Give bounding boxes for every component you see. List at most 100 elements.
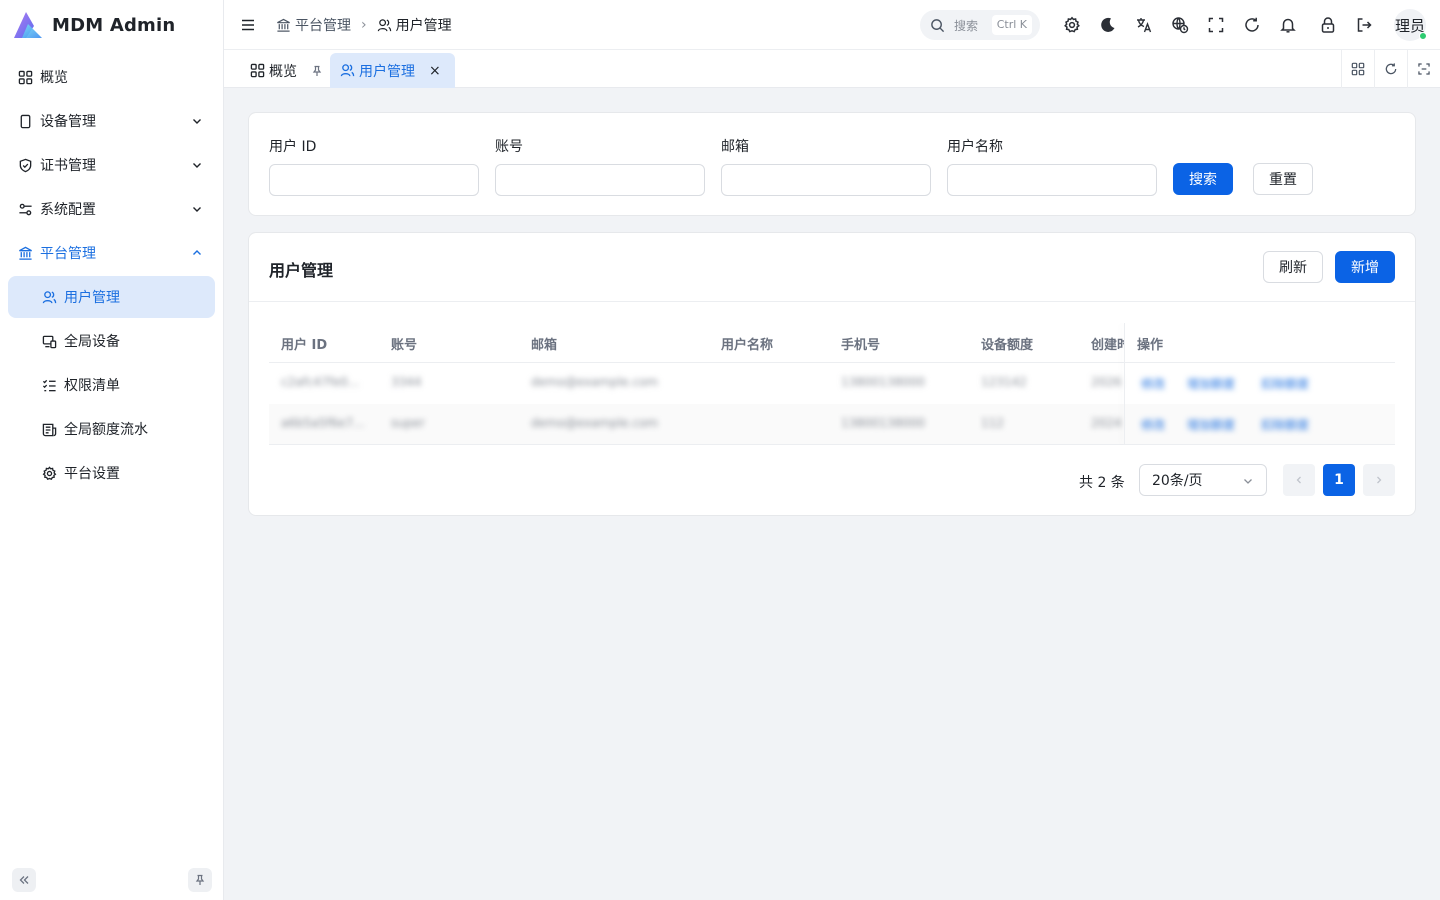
cell-account: super xyxy=(391,416,425,430)
tab-label: 用户管理 xyxy=(359,63,415,80)
sidebar-item-label: 设备管理 xyxy=(40,114,96,130)
users-icon xyxy=(377,18,391,31)
column-header[interactable]: 用户名称 xyxy=(721,334,831,353)
prev-page-button[interactable] xyxy=(1283,464,1315,496)
refresh-button[interactable]: 刷新 xyxy=(1263,251,1323,283)
breadcrumb-item-current: 用户管理 xyxy=(377,15,452,35)
user-table-card: 用户管理 刷新 新增 用户 ID 账号 邮箱 用户名称 手机号 设备额度 创建时… xyxy=(248,232,1416,516)
sidebar-item-system-config[interactable]: 系统配置 xyxy=(8,188,215,230)
table-header: 用户 ID 账号 邮箱 用户名称 手机号 设备额度 创建时 操作 xyxy=(269,323,1395,363)
app-logo[interactable]: MDM Admin xyxy=(12,10,175,40)
sidebar-item-global-quota-ledger[interactable]: 全局额度流水 xyxy=(8,408,215,450)
sidebar-item-label: 全局额度流水 xyxy=(64,422,148,438)
logo-mark-icon xyxy=(14,12,42,38)
tab-refresh-button[interactable] xyxy=(1374,50,1407,88)
sidebar-item-platform-management[interactable]: 平台管理 xyxy=(8,232,215,274)
global-search-button[interactable]: 搜索 Ctrl K xyxy=(920,10,1040,40)
deduct-quota-link[interactable]: 扣除额度 xyxy=(1261,375,1309,392)
collapse-sidebar-button[interactable] xyxy=(12,868,36,892)
lock-icon[interactable] xyxy=(1319,16,1337,34)
chevron-right-icon xyxy=(1377,476,1382,484)
card-divider xyxy=(249,301,1415,302)
users-icon xyxy=(41,289,57,305)
account-input[interactable] xyxy=(495,164,705,196)
breadcrumb-label: 用户管理 xyxy=(395,18,452,34)
breadcrumb-item-platform[interactable]: 平台管理 xyxy=(276,15,351,35)
pin-icon[interactable] xyxy=(311,65,323,77)
cell-email: demo@example.com xyxy=(531,416,659,430)
sidebar-item-label: 概览 xyxy=(40,70,68,86)
cell-created-at: 2026... xyxy=(1091,375,1121,389)
translate-icon[interactable] xyxy=(1135,16,1153,34)
sidebar-item-certificate-management[interactable]: 证书管理 xyxy=(8,144,215,186)
column-header[interactable]: 创建时 xyxy=(1091,334,1124,353)
tab-grid-menu-button[interactable] xyxy=(1341,50,1374,88)
page-size-select[interactable]: 20条/页 xyxy=(1139,464,1267,496)
dashboard-grid-icon xyxy=(250,63,265,78)
dark-mode-moon-icon[interactable] xyxy=(1099,16,1117,34)
cell-phone: 13800138000 xyxy=(841,375,925,389)
tab-maximize-button[interactable] xyxy=(1407,50,1440,88)
shield-check-icon xyxy=(17,157,33,173)
timezone-globe-icon[interactable] xyxy=(1171,16,1189,34)
sidebar-item-global-devices[interactable]: 全局设备 xyxy=(8,320,215,362)
column-header[interactable]: 手机号 xyxy=(841,334,971,353)
close-tab-icon[interactable]: × xyxy=(429,63,441,79)
refresh-icon[interactable] xyxy=(1243,16,1261,34)
top-header: 平台管理 › 用户管理 搜索 Ctrl K 理员 xyxy=(224,0,1440,50)
edit-link[interactable]: 修改 xyxy=(1141,416,1165,433)
reset-button[interactable]: 重置 xyxy=(1253,163,1313,195)
cell-user-id: c2afc47fe0... xyxy=(281,375,360,389)
fixed-column-divider xyxy=(1124,323,1125,445)
app-title: MDM Admin xyxy=(52,14,176,36)
search-filter-card: 用户 ID 账号 邮箱 用户名称 搜索 重置 xyxy=(248,112,1416,216)
sidebar-item-overview[interactable]: 概览 xyxy=(8,56,215,98)
page-number-current[interactable]: 1 xyxy=(1323,464,1355,496)
edit-link[interactable]: 修改 xyxy=(1141,375,1165,392)
deduct-quota-link[interactable]: 扣除额度 xyxy=(1261,416,1309,433)
sidebar-item-permission-list[interactable]: 权限清单 xyxy=(8,364,215,406)
cell-device-quota: 112 xyxy=(981,416,1004,430)
sidebar: MDM Admin 概览 设备管理 证书管理 系统配置 平台管理 用户管理 全局… xyxy=(0,0,224,900)
column-header[interactable]: 账号 xyxy=(391,334,511,353)
sidebar-item-user-management[interactable]: 用户管理 xyxy=(8,276,215,318)
cell-email: demo@example.com xyxy=(531,375,659,389)
menu-toggle-icon[interactable] xyxy=(240,17,256,33)
email-input[interactable] xyxy=(721,164,931,196)
ledger-icon xyxy=(41,421,57,437)
pin-sidebar-button[interactable] xyxy=(188,868,212,892)
sidebar-item-platform-settings[interactable]: 平台设置 xyxy=(8,452,215,494)
search-button[interactable]: 搜索 xyxy=(1173,163,1233,195)
grid-icon xyxy=(1351,62,1365,76)
cell-created-at: 2024... xyxy=(1091,416,1121,430)
page-tabs-bar: 概览 用户管理 × xyxy=(224,50,1440,88)
notification-bell-icon[interactable] xyxy=(1279,16,1297,34)
breadcrumb-separator-icon: › xyxy=(361,17,367,33)
username-label: 用户名称 xyxy=(947,139,1003,155)
cell-device-quota: 123142 xyxy=(981,375,1027,389)
column-header[interactable]: 设备额度 xyxy=(981,334,1081,353)
column-header[interactable]: 用户 ID xyxy=(281,334,381,353)
next-page-button[interactable] xyxy=(1363,464,1395,496)
increase-quota-link[interactable]: 增加额度 xyxy=(1187,416,1235,433)
sidebar-menu: 概览 设备管理 证书管理 系统配置 平台管理 用户管理 全局设备 权限清单 全局… xyxy=(8,56,215,496)
device-icon xyxy=(17,113,33,129)
bank-icon xyxy=(277,18,290,32)
settings-gear-icon[interactable] xyxy=(1063,16,1081,34)
fullscreen-icon[interactable] xyxy=(1207,16,1225,34)
cell-phone: 13800138000 xyxy=(841,416,925,430)
chevron-left-icon xyxy=(1296,476,1301,484)
table-title: 用户管理 xyxy=(269,261,334,280)
add-user-button[interactable]: 新增 xyxy=(1335,251,1395,283)
column-header: 操作 xyxy=(1137,338,1164,353)
user-id-label: 用户 ID xyxy=(269,139,317,155)
column-header[interactable]: 邮箱 xyxy=(531,334,701,353)
tab-user-management[interactable]: 用户管理 × xyxy=(330,53,455,88)
user-id-input[interactable] xyxy=(269,164,479,196)
username-input[interactable] xyxy=(947,164,1157,196)
sidebar-item-device-management[interactable]: 设备管理 xyxy=(8,100,215,142)
sidebar-item-label: 平台设置 xyxy=(64,466,120,482)
logout-icon[interactable] xyxy=(1355,16,1373,34)
increase-quota-link[interactable]: 增加额度 xyxy=(1187,375,1235,392)
tab-overview[interactable]: 概览 xyxy=(240,53,337,88)
